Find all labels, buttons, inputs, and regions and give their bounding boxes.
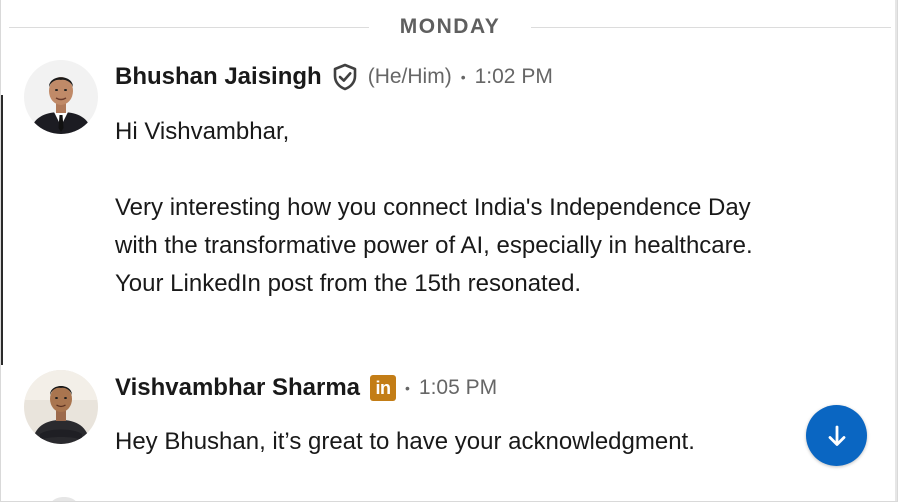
avatar[interactable] (24, 60, 98, 134)
linkedin-premium-badge-icon: in (370, 375, 397, 401)
divider-line-right (531, 27, 891, 28)
window-edge-right (895, 0, 897, 501)
sender-pronouns: (He/Him) (367, 65, 452, 88)
arrow-down-icon (828, 425, 845, 446)
sender-row: Vishvambhar Sharma in • 1:05 PM (115, 372, 497, 404)
message-timestamp: 1:05 PM (418, 376, 498, 399)
meta-separator: • (405, 380, 410, 396)
sender-row: Bhushan Jaisingh (He/Him) • 1:02 PM (115, 61, 553, 93)
sender-name[interactable]: Bhushan Jaisingh (115, 63, 322, 91)
message-paragraph: Hey Bhushan, it’s great to have your ack… (115, 428, 695, 455)
scroll-to-latest-button[interactable] (806, 405, 867, 466)
message-body: Hi Vishvambhar, Very interesting how you… (115, 113, 765, 303)
avatar-photo-icon (24, 60, 98, 134)
message-paragraph: Very interesting how you connect India's… (115, 194, 753, 297)
meta-separator: • (460, 69, 466, 85)
conversation-thread: MONDAY Bhushan Jaisingh (He/Him) • 1:02 … (0, 0, 898, 502)
avatar[interactable] (24, 370, 98, 444)
message-timestamp: 1:02 PM (474, 65, 553, 88)
window-edge (1, 95, 3, 365)
next-message-partial (21, 490, 111, 501)
verified-shield-icon (331, 63, 359, 91)
sender-name[interactable]: Vishvambhar Sharma (115, 374, 360, 402)
day-divider: MONDAY (1, 0, 897, 56)
message-paragraph: Hi Vishvambhar, (115, 118, 290, 145)
avatar-photo-icon (24, 370, 98, 444)
message-body: Hey Bhushan, it’s great to have your ack… (115, 423, 815, 461)
